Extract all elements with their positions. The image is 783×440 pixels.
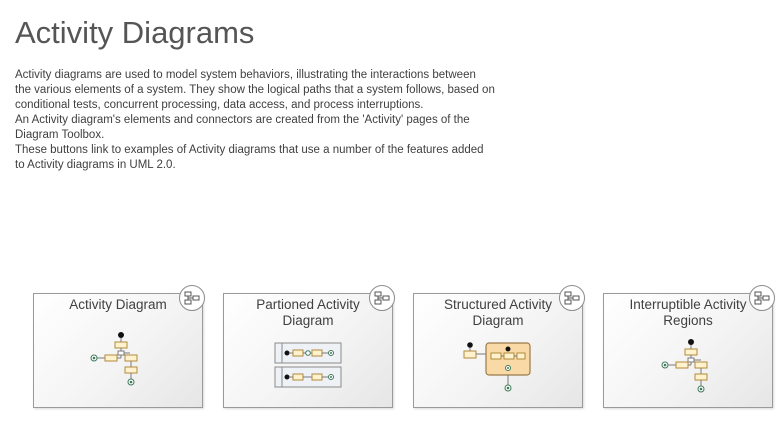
card-title: Interruptible Activity Regions [629, 297, 747, 328]
page-title: Activity Diagrams [15, 15, 255, 50]
diagram-link-icon[interactable] [369, 285, 395, 311]
card-title: Structured Activity Diagram [443, 297, 553, 328]
interruptible-activity-regions-button[interactable]: Interruptible Activity Regions [603, 285, 775, 408]
interruptible-diagram-thumbnail [661, 339, 708, 393]
partioned-activity-diagram-button[interactable]: Partioned Activity Diagram [223, 285, 395, 408]
intro-paragraph: These buttons link to examples of Activi… [15, 144, 484, 171]
intro-paragraph: An Activity diagram's elements and conne… [15, 114, 470, 141]
card-title: Activity Diagram [69, 297, 167, 312]
structured-activity-diagram-button[interactable]: Structured Activity Diagram [413, 285, 585, 408]
card-title: Partioned Activity Diagram [256, 297, 360, 328]
activity-diagram-button[interactable]: Activity Diagram [33, 285, 205, 408]
intro-paragraph: Activity diagrams are used to model syst… [15, 69, 495, 111]
diagram-link-icon[interactable] [179, 285, 205, 311]
activity-diagram-thumbnail [90, 332, 138, 386]
diagram-link-icon[interactable] [749, 285, 775, 311]
intro-text: Activity diagrams are used to model syst… [15, 68, 495, 173]
structured-diagram-thumbnail [463, 342, 531, 392]
partioned-diagram-thumbnail [274, 342, 342, 388]
diagram-link-icon[interactable] [559, 285, 585, 311]
